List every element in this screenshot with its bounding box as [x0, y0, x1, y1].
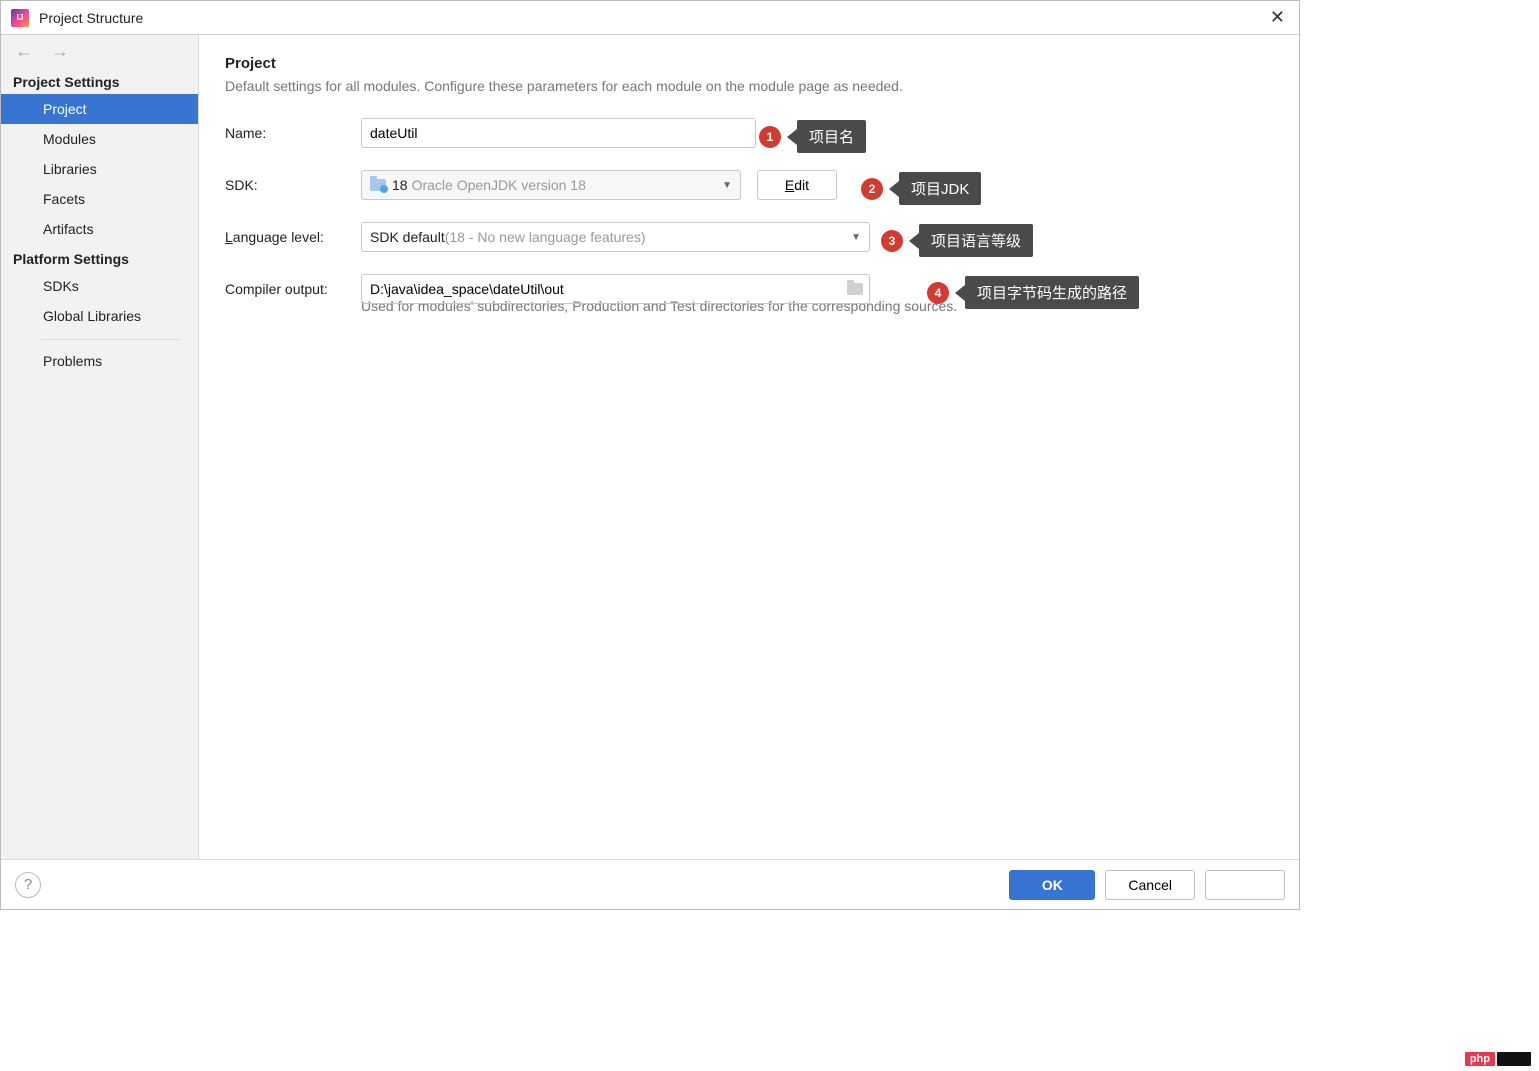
ok-button[interactable]: OK	[1009, 870, 1095, 900]
nav-history: ← →	[1, 35, 198, 67]
lang-mnemonic: L	[225, 229, 233, 245]
sidebar-item-global-libraries[interactable]: Global Libraries	[1, 301, 198, 331]
sidebar-item-modules[interactable]: Modules	[1, 124, 198, 154]
chevron-down-icon: ▼	[851, 232, 861, 243]
sidebar-item-libraries[interactable]: Libraries	[1, 154, 198, 184]
window-title: Project Structure	[39, 10, 143, 26]
sidebar: ← → Project Settings Project Modules Lib…	[1, 35, 199, 859]
sidebar-item-sdks[interactable]: SDKs	[1, 271, 198, 301]
callout-text-3: 项目语言等级	[919, 224, 1033, 257]
sdk-number: 18	[392, 177, 408, 193]
callout-1: 1 项目名	[759, 120, 866, 153]
callout-text-2: 项目JDK	[899, 172, 981, 205]
label-language-level: Language level:	[225, 229, 361, 245]
callout-badge-1: 1	[759, 126, 781, 148]
browse-folder-icon[interactable]	[847, 283, 863, 295]
close-icon[interactable]: ✕	[1266, 7, 1289, 28]
compiler-output-field	[361, 274, 870, 304]
nav-back-icon[interactable]: ←	[15, 41, 33, 62]
content-panel: Project Default settings for all modules…	[199, 35, 1299, 859]
body: ← → Project Settings Project Modules Lib…	[1, 35, 1299, 859]
watermark-cn	[1497, 1052, 1531, 1066]
language-level-combobox[interactable]: SDK default (18 - No new language featur…	[361, 222, 870, 252]
label-sdk: SDK:	[225, 177, 361, 193]
edit-rest: dit	[794, 177, 809, 193]
cancel-button[interactable]: Cancel	[1105, 870, 1195, 900]
label-name: Name:	[225, 125, 361, 141]
callout-arrow-icon	[787, 129, 797, 145]
sidebar-separator	[41, 339, 180, 340]
sidebar-category-platform-settings: Platform Settings	[1, 244, 198, 271]
sdk-combobox[interactable]: 18 Oracle OpenJDK version 18 ▼	[361, 170, 741, 200]
lang-rest: anguage level:	[233, 229, 324, 245]
apply-button[interactable]	[1205, 870, 1285, 900]
sidebar-item-artifacts[interactable]: Artifacts	[1, 214, 198, 244]
sdk-edit-button[interactable]: Edit	[757, 170, 837, 200]
sidebar-item-problems[interactable]: Problems	[1, 346, 198, 376]
section-description: Default settings for all modules. Config…	[225, 78, 1273, 94]
intellij-icon	[11, 9, 29, 27]
callout-text-4: 项目字节码生成的路径	[965, 276, 1139, 309]
watermark-php: php	[1465, 1052, 1495, 1066]
row-language-level: Language level: SDK default (18 - No new…	[225, 222, 1273, 252]
footer: ? OK Cancel php	[1, 859, 1299, 909]
watermark: php	[1465, 1052, 1531, 1066]
callout-4: 4 项目字节码生成的路径	[927, 276, 1139, 309]
lang-default: SDK default	[370, 229, 445, 245]
callout-arrow-icon	[889, 181, 899, 197]
callout-badge-4: 4	[927, 282, 949, 304]
project-structure-window: Project Structure ✕ ← → Project Settings…	[0, 0, 1300, 910]
section-title: Project	[225, 55, 1273, 72]
callout-badge-2: 2	[861, 178, 883, 200]
row-name: Name: 1 项目名	[225, 118, 1273, 148]
chevron-down-icon: ▼	[722, 180, 732, 191]
callout-2: 2 项目JDK	[861, 172, 981, 205]
sidebar-item-project[interactable]: Project	[1, 94, 198, 124]
callout-arrow-icon	[955, 285, 965, 301]
row-compiler-output: Compiler output: 4 项目字节码生成的路径	[225, 274, 1273, 304]
help-button[interactable]: ?	[15, 872, 41, 898]
callout-3: 3 项目语言等级	[881, 224, 1033, 257]
callout-arrow-icon	[909, 233, 919, 249]
sdk-folder-icon	[370, 179, 386, 191]
edit-mnemonic: E	[785, 177, 794, 193]
callout-text-1: 项目名	[797, 120, 866, 153]
label-compiler-output: Compiler output:	[225, 281, 361, 297]
callout-badge-3: 3	[881, 230, 903, 252]
nav-forward-icon[interactable]: →	[51, 41, 69, 62]
row-sdk: SDK: 18 Oracle OpenJDK version 18 ▼ Edit…	[225, 170, 1273, 200]
lang-hint: (18 - No new language features)	[445, 229, 646, 245]
sdk-version: Oracle OpenJDK version 18	[412, 177, 586, 193]
project-name-input[interactable]	[361, 118, 756, 148]
compiler-output-input[interactable]	[370, 281, 843, 297]
sidebar-category-project-settings: Project Settings	[1, 67, 198, 94]
sidebar-item-facets[interactable]: Facets	[1, 184, 198, 214]
titlebar: Project Structure ✕	[1, 1, 1299, 35]
